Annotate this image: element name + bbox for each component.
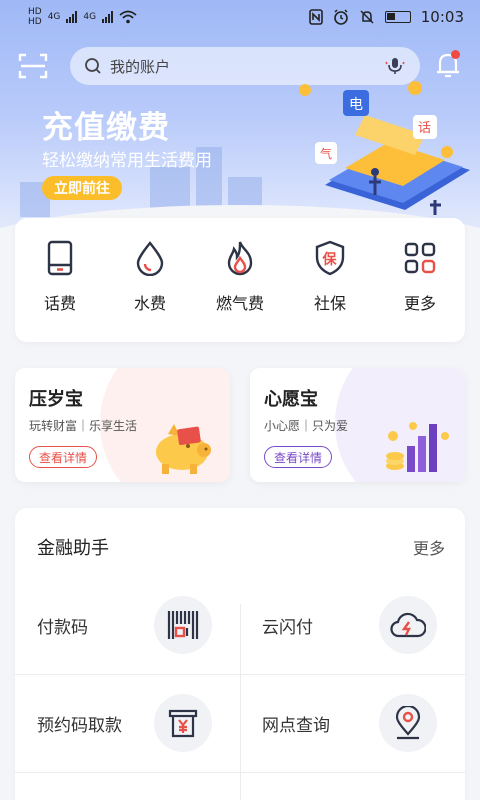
finance-item-icon-wrap — [379, 596, 437, 654]
promo-detail-button[interactable]: 查看详情 — [29, 446, 98, 468]
hero-title: 充值缴费 — [42, 110, 170, 146]
notification-badge — [451, 50, 460, 59]
finance-item-label: 预约码取款 — [37, 716, 122, 736]
search-icon — [85, 58, 101, 74]
quick-item-label: 更多 — [403, 294, 436, 313]
location-pin-icon — [395, 706, 421, 740]
finance-item-icon-wrap — [379, 694, 437, 752]
quick-item-label: 水费 — [133, 294, 166, 313]
alarm-icon — [333, 9, 348, 25]
promo-subtitle: 玩转财富｜乐享生活 — [29, 419, 138, 433]
quick-item-label: 燃气费 — [215, 294, 264, 313]
promo-title: 心愿宝 — [264, 389, 318, 410]
flame-icon — [227, 241, 253, 276]
more-link[interactable]: 更多 — [413, 535, 445, 559]
piggy-bank-icon — [156, 424, 211, 474]
finance-item-branch-search[interactable]: 网点查询 — [240, 674, 465, 772]
barcode-icon — [167, 611, 199, 639]
finance-item-icon-wrap — [154, 694, 212, 752]
section-title: 金融助手 — [37, 538, 109, 559]
clock: 10:03 — [420, 8, 464, 26]
hero-subtitle: 轻松缴纳常用生活费用 — [42, 151, 212, 171]
finance-item-quickpass[interactable]: 云闪付 — [240, 576, 465, 674]
wifi-icon — [119, 10, 137, 24]
sim2-label: HD — [28, 17, 42, 27]
sim1-label: HD — [28, 7, 42, 17]
promo-card-xinyuanbao[interactable]: 心愿宝 小心愿｜只为爱 查看详情 — [250, 368, 465, 482]
cash-yuan-icon — [168, 709, 198, 738]
hero-cta-button[interactable]: 立即前往 — [42, 176, 122, 200]
net2-label: 4G — [83, 12, 97, 22]
signal-icon — [66, 11, 78, 23]
signal-icon — [102, 11, 114, 23]
status-bar: HD HD 4G 4G 10:03 — [0, 0, 480, 34]
grid-icon — [404, 242, 436, 274]
svg-text:气: 气 — [320, 146, 332, 161]
net1-label: 4G — [47, 12, 61, 22]
water-drop-icon — [136, 241, 164, 276]
quick-item-more[interactable]: 更多 — [380, 240, 460, 342]
svg-text:电: 电 — [349, 97, 363, 113]
nfc-icon — [308, 9, 323, 25]
finance-assistant-card: 金融助手 更多 付款码 云闪付 预约码取款 网点查询 — [15, 508, 465, 800]
quick-item-gas[interactable]: 燃气费 — [200, 240, 280, 342]
battery-icon — [384, 11, 411, 23]
phone-icon — [47, 240, 73, 276]
promo-title: 压岁宝 — [29, 389, 83, 410]
promo-subtitle: 小心愿｜只为爱 — [264, 419, 349, 433]
quick-item-phone[interactable]: 话费 — [20, 240, 100, 342]
coin-chart-icon — [386, 422, 449, 472]
scan-icon[interactable] — [18, 52, 48, 80]
finance-item-label: 网点查询 — [262, 716, 330, 736]
quick-menu: 话费 水费 燃气费 保 社保 更多 — [15, 218, 465, 342]
svg-text:话: 话 — [418, 121, 431, 136]
payment-illustration-icon: 电 话 气 — [299, 81, 470, 215]
quick-item-label: 话费 — [43, 294, 76, 313]
shield-icon: 保 — [315, 240, 345, 276]
promo-detail-button[interactable]: 查看详情 — [264, 446, 333, 468]
promo-card-yasuibao[interactable]: 压岁宝 玩转财富｜乐享生活 查看详情 — [15, 368, 230, 482]
finance-item-payment-code[interactable]: 付款码 — [15, 576, 240, 674]
svg-text:保: 保 — [322, 251, 338, 268]
finance-item-label: 付款码 — [37, 618, 88, 638]
finance-item-appointment-withdraw[interactable]: 预约码取款 — [15, 674, 240, 772]
mute-icon — [360, 10, 374, 24]
finance-item-label: 云闪付 — [262, 618, 313, 638]
quick-item-water[interactable]: 水费 — [110, 240, 190, 342]
quick-item-label: 社保 — [313, 294, 346, 313]
cloud-flash-icon — [390, 612, 426, 638]
finance-item-icon-wrap — [154, 596, 212, 654]
quick-item-social-security[interactable]: 保 社保 — [290, 240, 370, 342]
divider — [15, 772, 465, 773]
